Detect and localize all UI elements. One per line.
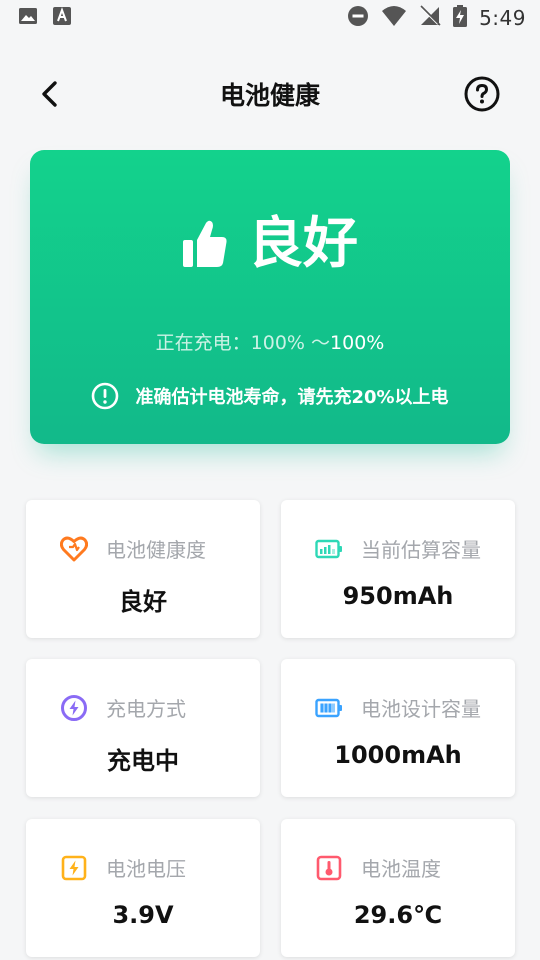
card-design-capacity: 电池设计容量 1000mAh <box>281 659 515 797</box>
card-battery-temperature-head: 电池温度 <box>315 853 441 882</box>
thermometer-icon <box>315 854 343 882</box>
card-design-capacity-head: 电池设计容量 <box>315 693 481 722</box>
charging-range-prefix: 正在充电：100% ～ <box>155 332 331 354</box>
exclamation-circle-icon <box>92 382 119 410</box>
battery-design-icon <box>315 694 343 722</box>
card-label: 电池设计容量 <box>361 697 481 721</box>
battery-level-icon <box>315 535 343 563</box>
heart-icon <box>60 535 88 563</box>
card-label: 电池温度 <box>361 857 441 881</box>
wifi-icon <box>381 5 407 31</box>
card-value: 950mAh <box>342 582 454 610</box>
battery-health-summary-card: 良好 正在充电：100% ～100% 准确估计电池寿命，请先充20%以上电 <box>30 150 510 444</box>
status-bar: 5:49 <box>0 0 540 36</box>
card-label: 充电方式 <box>106 697 186 721</box>
gallery-notification-icon <box>18 6 38 30</box>
card-value: 29.6℃ <box>353 901 443 929</box>
health-status: 良好 <box>30 216 510 271</box>
card-battery-voltage-head: 电池电压 <box>60 853 186 882</box>
card-value: 1000mAh <box>334 741 462 769</box>
card-value: 良好 <box>119 588 167 616</box>
health-status-text: 良好 <box>247 211 358 275</box>
card-estimated-capacity-head: 当前估算容量 <box>315 534 481 563</box>
top-app-bar: 电池健康 <box>0 62 540 126</box>
do-not-disturb-icon <box>347 5 369 31</box>
card-estimated-capacity: 当前估算容量 950mAh <box>281 500 515 638</box>
status-time: 5:49 <box>479 6 526 30</box>
card-battery-health: 电池健康度 良好 <box>26 500 260 638</box>
calibration-tip: 准确估计电池寿命，请先充20%以上电 <box>30 382 510 410</box>
card-battery-health-head: 电池健康度 <box>60 534 206 563</box>
charging-range: 正在充电：100% ～100% <box>30 328 510 355</box>
status-bar-right: 5:49 <box>347 5 526 31</box>
card-battery-voltage: 电池电压 3.9V <box>26 819 260 957</box>
question-circle-icon <box>464 76 500 112</box>
no-signal-icon <box>419 5 441 31</box>
voltage-icon <box>60 854 88 882</box>
calibration-tip-text: 准确估计电池寿命，请先充20%以上电 <box>135 387 449 408</box>
card-label: 电池电压 <box>106 857 186 881</box>
card-label: 当前估算容量 <box>361 538 481 562</box>
status-bar-left <box>18 6 72 30</box>
card-charging-mode: 充电方式 充电中 <box>26 659 260 797</box>
card-charging-mode-head: 充电方式 <box>60 693 186 722</box>
thumbs-up-icon <box>182 220 227 267</box>
charging-range-value: 100% <box>330 332 385 354</box>
battery-charging-icon <box>453 5 468 31</box>
card-value: 3.9V <box>112 901 174 929</box>
card-label: 电池健康度 <box>106 538 206 562</box>
help-button[interactable] <box>464 76 500 112</box>
back-button[interactable] <box>34 78 66 110</box>
card-battery-temperature: 电池温度 29.6℃ <box>281 819 515 957</box>
back-arrow-icon <box>42 81 57 107</box>
font-notification-icon <box>52 6 72 30</box>
charging-bolt-icon <box>60 694 88 722</box>
card-value: 充电中 <box>107 747 179 775</box>
page-title: 电池健康 <box>219 81 320 110</box>
